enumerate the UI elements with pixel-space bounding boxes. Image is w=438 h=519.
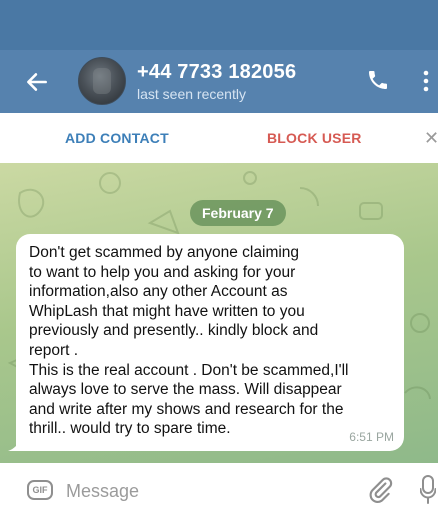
chat-header: +44 7733 182056 last seen recently bbox=[0, 50, 438, 113]
message-input[interactable] bbox=[66, 477, 346, 505]
add-contact-button[interactable]: ADD CONTACT bbox=[65, 130, 169, 146]
contact-action-bar: ADD CONTACT BLOCK USER ✕ bbox=[0, 113, 438, 163]
paperclip-icon[interactable] bbox=[367, 476, 393, 504]
message-composer: GIF bbox=[0, 463, 438, 519]
message-time: 6:51 PM bbox=[349, 430, 394, 444]
close-icon[interactable]: ✕ bbox=[424, 128, 438, 149]
block-user-button[interactable]: BLOCK USER bbox=[267, 130, 362, 146]
date-separator: February 7 bbox=[190, 200, 286, 226]
more-options-icon[interactable] bbox=[420, 67, 432, 95]
message-bubble[interactable]: Don't get scammed by anyone claiming to … bbox=[16, 234, 404, 451]
chat-area: February 7 Don't get scammed by anyone c… bbox=[0, 163, 438, 463]
back-arrow-icon[interactable] bbox=[24, 69, 50, 95]
gif-icon[interactable]: GIF bbox=[27, 480, 53, 500]
message-text: Don't get scammed by anyone claiming to … bbox=[29, 244, 349, 438]
last-seen-status: last seen recently bbox=[137, 86, 246, 102]
chat-title[interactable]: +44 7733 182056 bbox=[137, 61, 296, 84]
phone-icon[interactable] bbox=[366, 68, 390, 92]
microphone-icon[interactable] bbox=[420, 475, 436, 505]
status-bar bbox=[0, 0, 438, 50]
avatar[interactable] bbox=[78, 57, 126, 105]
